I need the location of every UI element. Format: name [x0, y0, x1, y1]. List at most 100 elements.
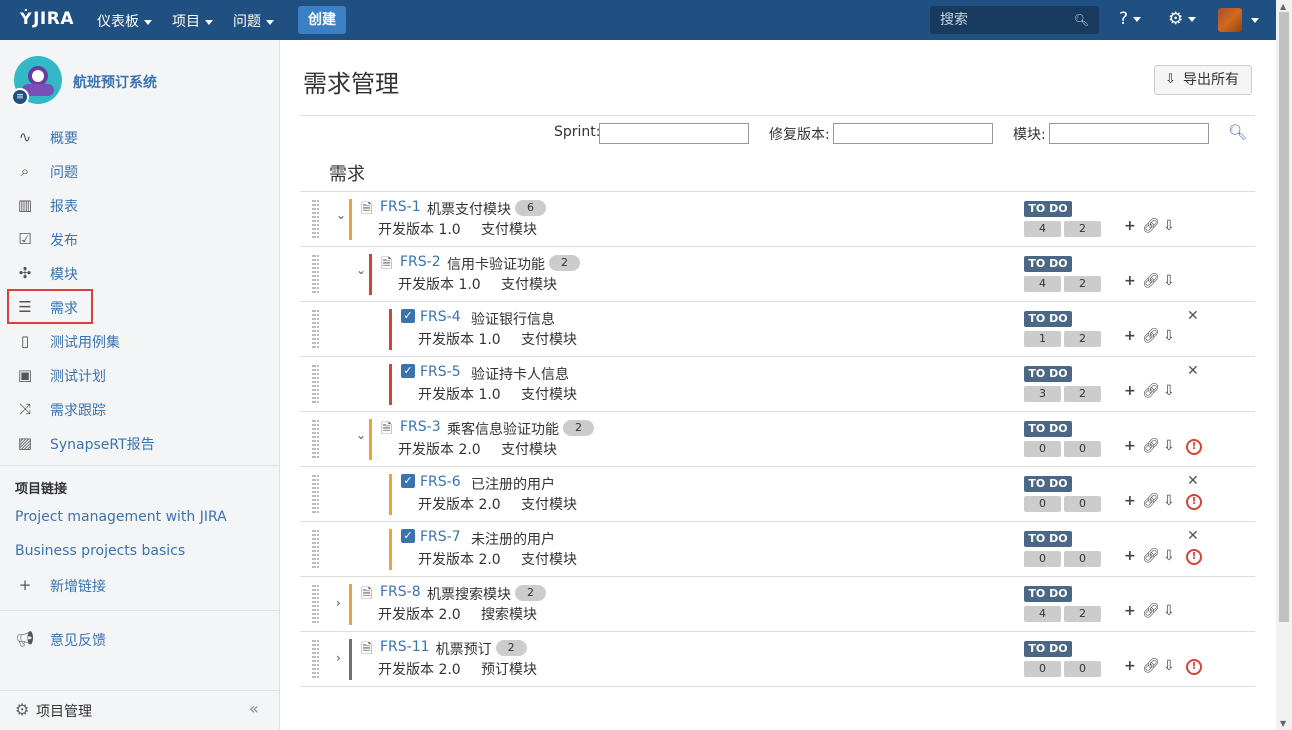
link-icon[interactable]: 🔗︎ [1142, 603, 1160, 619]
requirement-row[interactable]: › 🗎︎ FRS-8 机票搜索模块 2 开发版本 2.0 搜索模块 TO DO 4 2 + 🔗︎ ⇩ [300, 577, 1255, 632]
drag-handle[interactable] [312, 255, 316, 293]
drag-handle[interactable] [312, 475, 316, 513]
search-input[interactable]: 搜索 🔍︎ [930, 6, 1099, 34]
drag-handle[interactable] [312, 200, 316, 238]
sidebar-item-traceability[interactable]: ⤨ 需求跟踪 [0, 393, 279, 425]
add-child-icon[interactable]: + [1124, 218, 1136, 234]
collapse-sidebar-button[interactable]: « [249, 699, 259, 718]
issue-key-link[interactable]: FRS-1 [380, 199, 421, 215]
link-project-management[interactable]: Project management with JIRA [15, 509, 227, 525]
export-row-icon[interactable]: ⇩ [1163, 218, 1175, 234]
remove-icon[interactable]: ✕ [1187, 308, 1199, 324]
add-child-icon[interactable]: + [1124, 658, 1136, 674]
sidebar-item-synapsert-reports[interactable]: ▨ SynapseRT报告 [0, 427, 279, 459]
export-row-icon[interactable]: ⇩ [1163, 658, 1175, 674]
issue-key-link[interactable]: FRS-8 [380, 584, 421, 600]
sprint-filter-input[interactable] [599, 123, 749, 144]
link-icon[interactable]: 🔗︎ [1142, 493, 1160, 509]
project-avatar[interactable]: ≡ [11, 56, 62, 106]
sidebar-item-releases[interactable]: ☑ 发布 [0, 223, 279, 255]
add-child-icon[interactable]: + [1124, 273, 1136, 289]
export-row-icon[interactable]: ⇩ [1163, 273, 1175, 289]
requirement-row[interactable]: ✓ FRS-4 验证银行信息 开发版本 1.0 支付模块 TO DO 1 2 + 🔗︎ ⇩ ✕ [300, 302, 1255, 357]
export-row-icon[interactable]: ⇩ [1163, 603, 1175, 619]
sidebar-item-reports[interactable]: ▥ 报表 [0, 189, 279, 221]
link-icon[interactable]: 🔗︎ [1142, 218, 1160, 234]
export-row-icon[interactable]: ⇩ [1163, 493, 1175, 509]
remove-icon[interactable]: ✕ [1187, 473, 1199, 489]
drag-handle[interactable] [312, 365, 316, 403]
requirement-row[interactable]: ⌄ 🗎︎ FRS-1 机票支付模块 6 开发版本 1.0 支付模块 TO DO 4 2 + 🔗︎ ⇩ [300, 192, 1255, 247]
requirement-row[interactable]: ⌄ 🗎︎ FRS-2 信用卡验证功能 2 开发版本 1.0 支付模块 TO DO 4 2 + 🔗︎ ⇩ [300, 247, 1255, 302]
issue-key-link[interactable]: FRS-5 [420, 364, 461, 380]
issue-key-link[interactable]: FRS-6 [420, 474, 461, 490]
scroll-thumb[interactable] [1279, 12, 1289, 622]
nav-dashboards[interactable]: 仪表板 [97, 11, 152, 31]
requirement-row[interactable]: ✓ FRS-5 验证持卡人信息 开发版本 1.0 支付模块 TO DO 3 2 + 🔗︎ ⇩ ✕ [300, 357, 1255, 412]
nav-issues[interactable]: 问题 [233, 11, 274, 31]
drag-handle[interactable] [312, 640, 316, 678]
link-icon[interactable]: 🔗︎ [1142, 328, 1160, 344]
settings-menu[interactable]: ⚙ [1168, 9, 1197, 29]
sidebar-item-summary[interactable]: ∿ 概要 [0, 121, 279, 153]
expand-chevron-icon[interactable]: › [336, 651, 341, 665]
add-child-icon[interactable]: + [1124, 383, 1136, 399]
requirement-row[interactable]: ⌄ 🗎︎ FRS-3 乘客信息验证功能 2 开发版本 2.0 支付模块 TO DO 0 0 + 🔗︎ ⇩… [300, 412, 1255, 467]
link-icon[interactable]: 🔗︎ [1142, 548, 1160, 564]
help-menu[interactable]: ? [1119, 9, 1142, 29]
sidebar-item-test-plans[interactable]: ▣ 测试计划 [0, 359, 279, 391]
add-child-icon[interactable]: + [1124, 493, 1136, 509]
link-icon[interactable]: 🔗︎ [1142, 658, 1160, 674]
issue-key-link[interactable]: FRS-4 [420, 309, 461, 325]
drag-handle[interactable] [312, 530, 316, 568]
issue-key-link[interactable]: FRS-7 [420, 529, 461, 545]
create-button[interactable]: 创建 [298, 6, 346, 34]
export-row-icon[interactable]: ⇩ [1163, 328, 1175, 344]
scroll-down-icon[interactable]: ▼ [1280, 719, 1286, 728]
page-scrollbar[interactable]: ▲ ▼ [1276, 0, 1292, 730]
link-icon[interactable]: 🔗︎ [1142, 383, 1160, 399]
requirement-row[interactable]: › 🗎︎ FRS-11 机票预订 2 开发版本 2.0 预订模块 TO DO 0 0 + 🔗︎ ⇩! [300, 632, 1255, 687]
drag-handle[interactable] [312, 420, 316, 458]
export-row-icon[interactable]: ⇩ [1163, 438, 1175, 454]
issue-key-link[interactable]: FRS-11 [380, 639, 430, 655]
feedback-button[interactable]: 📢︎ 意见反馈 [0, 623, 279, 655]
remove-icon[interactable]: ✕ [1187, 528, 1199, 544]
expand-chevron-icon[interactable]: › [336, 596, 341, 610]
nav-projects[interactable]: 项目 [172, 11, 213, 31]
link-icon[interactable]: 🔗︎ [1142, 273, 1160, 289]
add-child-icon[interactable]: + [1124, 548, 1136, 564]
export-all-button[interactable]: ⇩ 导出所有 [1154, 65, 1252, 95]
export-row-icon[interactable]: ⇩ [1163, 548, 1175, 564]
collapse-chevron-icon[interactable]: ⌄ [356, 263, 366, 277]
status-badge: TO DO [1024, 256, 1072, 272]
issue-key-link[interactable]: FRS-2 [400, 254, 441, 270]
remove-icon[interactable]: ✕ [1187, 363, 1199, 379]
collapse-chevron-icon[interactable]: ⌄ [356, 428, 366, 442]
export-row-icon[interactable]: ⇩ [1163, 383, 1175, 399]
link-icon[interactable]: 🔗︎ [1142, 438, 1160, 454]
link-business-projects[interactable]: Business projects basics [15, 543, 185, 559]
issue-key-link[interactable]: FRS-3 [400, 419, 441, 435]
add-child-icon[interactable]: + [1124, 603, 1136, 619]
status-badge: TO DO [1024, 311, 1072, 327]
scroll-up-icon[interactable]: ▲ [1280, 2, 1286, 11]
requirement-row[interactable]: ✓ FRS-7 未注册的用户 开发版本 2.0 支付模块 TO DO 0 0 + 🔗︎ ⇩ ✕! [300, 522, 1255, 577]
sidebar-item-issues[interactable]: ⌕ 问题 [0, 155, 279, 187]
add-child-icon[interactable]: + [1124, 438, 1136, 454]
jira-logo[interactable]: ẎJIRA [20, 9, 74, 29]
user-avatar[interactable] [1218, 8, 1242, 32]
add-link-button[interactable]: + 新增链接 [0, 569, 279, 601]
sidebar-item-components[interactable]: ✣ 模块 [0, 257, 279, 289]
project-name[interactable]: 航班预订系统 [73, 72, 157, 92]
drag-handle[interactable] [312, 585, 316, 623]
add-child-icon[interactable]: + [1124, 328, 1136, 344]
collapse-chevron-icon[interactable]: ⌄ [336, 208, 346, 222]
sidebar-item-test-suites[interactable]: ▯ 测试用例集 [0, 325, 279, 357]
fix-version-filter-input[interactable] [833, 123, 993, 144]
filter-search-icon[interactable]: 🔍︎ [1228, 123, 1247, 141]
drag-handle[interactable] [312, 310, 316, 348]
project-admin-link[interactable]: 项目管理 [36, 701, 92, 721]
module-filter-input[interactable] [1049, 123, 1209, 144]
requirement-row[interactable]: ✓ FRS-6 已注册的用户 开发版本 2.0 支付模块 TO DO 0 0 + 🔗︎ ⇩ ✕! [300, 467, 1255, 522]
